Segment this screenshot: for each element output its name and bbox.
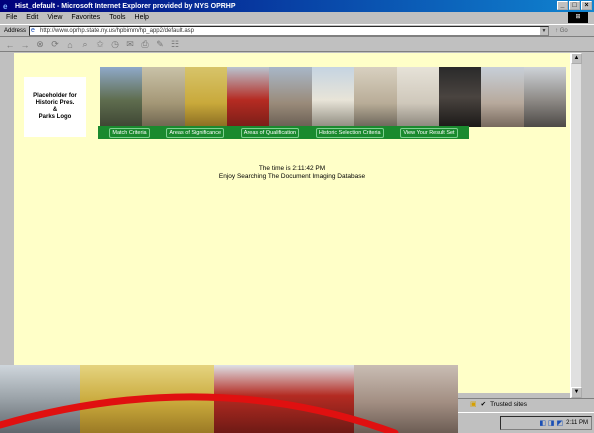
banner-photo-3 <box>184 67 228 127</box>
menu-file[interactable]: File <box>6 14 17 21</box>
nav-areas-of-significance[interactable]: Areas of Significance <box>166 127 225 138</box>
window-title-bar[interactable]: e Hist_default - Microsoft Internet Expl… <box>0 0 594 12</box>
time-line: The time is 2:11:42 PM <box>258 165 326 172</box>
discuss-icon[interactable]: ☷ <box>170 39 180 50</box>
logo-line-3: & <box>52 107 58 113</box>
refresh-icon[interactable]: ⟳ <box>50 39 60 50</box>
address-dropdown-icon[interactable]: ▼ <box>540 26 549 35</box>
menu-favorites[interactable]: Favorites <box>71 14 100 21</box>
security-zone: ▣ ✔ Trusted sites <box>470 400 528 409</box>
lock-icon: ▣ <box>470 401 477 408</box>
menu-tools[interactable]: Tools <box>109 14 125 21</box>
logo-placeholder: Placeholder for Historic Pres. & Parks L… <box>24 77 86 137</box>
scroll-down-icon[interactable]: ▼ <box>571 387 582 398</box>
internet-explorer-icon: e <box>3 1 8 11</box>
forward-icon[interactable]: → <box>20 40 30 50</box>
window-controls: _ □ × <box>557 1 592 10</box>
logo-line-1: Placeholder for <box>33 93 77 99</box>
address-input[interactable]: e http://www.oprhp.state.ny.us/hpbimm/hp… <box>29 25 550 36</box>
window-title: Hist_default - Microsoft Internet Explor… <box>15 2 236 10</box>
nav-areas-of-qualification[interactable]: Areas of Qualification <box>240 127 300 138</box>
address-bar: Address e http://www.oprhp.state.ny.us/h… <box>0 24 594 37</box>
print-icon[interactable]: ⎙ <box>140 39 150 50</box>
overlay-photo-2 <box>80 365 214 433</box>
edit-icon[interactable]: ✎ <box>155 39 165 50</box>
mail-icon[interactable]: ✉ <box>125 39 135 50</box>
go-button[interactable]: ↑ Go <box>555 28 568 34</box>
banner-photo-1 <box>100 67 143 127</box>
menu-help[interactable]: Help <box>135 14 149 21</box>
logo-line-2: Historic Pres. <box>35 100 75 106</box>
nav-historic-selection-criteria[interactable]: Historic Selection Criteria <box>315 127 384 138</box>
nav-view-result-set[interactable]: View Your Result Set <box>400 127 458 138</box>
overlay-photo-3 <box>214 365 354 433</box>
close-button[interactable]: × <box>581 1 592 10</box>
welcome-message: The time is 2:11:42 PM Enjoy Searching T… <box>14 165 570 181</box>
tray-clock: 2:11 PM <box>566 420 588 426</box>
scroll-up-icon[interactable]: ▲ <box>571 53 582 64</box>
historic-buildings-banner <box>100 67 566 127</box>
zone-label: Trusted sites <box>490 400 528 408</box>
go-label: Go <box>559 27 568 34</box>
address-url: http://www.oprhp.state.ny.us/hpbimm/hp_a… <box>40 27 194 34</box>
standard-toolbar: ← → ⊗ ⟳ ⌂ ⌕ ✩ ◷ ✉ ⎙ ✎ ☷ <box>0 38 594 52</box>
menu-view[interactable]: View <box>47 14 62 21</box>
overlay-photo-1 <box>0 365 80 433</box>
address-label: Address <box>4 27 27 34</box>
tray-icons[interactable]: ◧ ◨ ◩ <box>539 419 563 427</box>
system-tray: ◧ ◨ ◩ 2:11 PM <box>500 416 592 430</box>
nav-match-criteria[interactable]: Match Criteria <box>109 127 150 138</box>
overlay-photo-4 <box>354 365 458 433</box>
banner-photo-11 <box>523 67 566 127</box>
minimize-button[interactable]: _ <box>557 1 568 10</box>
home-icon[interactable]: ⌂ <box>65 40 75 50</box>
menu-bar: File Edit View Favorites Tools Help ⊞ <box>0 12 594 23</box>
banner-photo-8 <box>396 67 439 127</box>
vertical-scrollbar[interactable]: ▲ ▼ <box>570 53 582 398</box>
banner-photo-9 <box>438 67 482 127</box>
page-content: Placeholder for Historic Pres. & Parks L… <box>14 53 570 393</box>
favorites-icon[interactable]: ✩ <box>95 39 105 50</box>
banner-photo-6 <box>311 67 355 127</box>
banner-photo-5 <box>269 67 312 127</box>
banner-photo-4 <box>227 67 270 127</box>
page-icon: e <box>31 26 35 34</box>
stop-icon[interactable]: ⊗ <box>35 39 45 50</box>
welcome-line: Enjoy Searching The Document Imaging Dat… <box>218 173 366 180</box>
banner-photo-2 <box>142 67 185 127</box>
history-icon[interactable]: ◷ <box>110 39 120 50</box>
logo-line-4: Parks Logo <box>38 114 72 120</box>
windows-logo-icon: ⊞ <box>568 12 588 23</box>
menu-edit[interactable]: Edit <box>26 14 38 21</box>
search-icon[interactable]: ⌕ <box>80 39 90 50</box>
banner-photo-10 <box>481 67 524 127</box>
back-icon[interactable]: ← <box>5 40 15 50</box>
decorative-building-strip <box>0 365 458 433</box>
banner-photo-7 <box>354 67 397 127</box>
maximize-button[interactable]: □ <box>569 1 580 10</box>
criteria-nav-bar: Match Criteria Areas of Significance Are… <box>98 126 469 139</box>
trusted-sites-icon: ✔ <box>480 401 487 408</box>
